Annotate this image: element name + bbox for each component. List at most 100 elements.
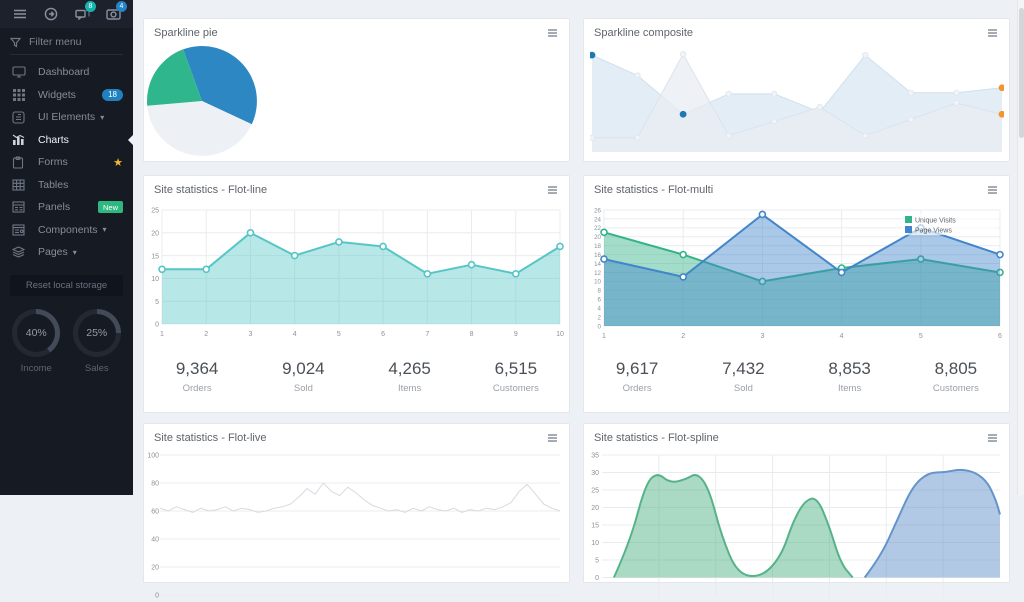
svg-text:Page Views: Page Views — [915, 228, 952, 235]
widgets-count-badge: 18 — [102, 89, 123, 101]
scrollbar-thumb[interactable] — [1019, 8, 1024, 138]
svg-text:100: 100 — [148, 453, 159, 460]
caret-down-icon: ▾ — [73, 248, 77, 257]
svg-text:2: 2 — [681, 333, 685, 340]
panel-menu-icon[interactable] — [986, 432, 999, 444]
panel-menu-icon[interactable] — [986, 27, 999, 39]
svg-text:15: 15 — [591, 523, 599, 530]
arrow-circle-icon[interactable] — [40, 5, 62, 23]
caret-down-icon: ▾ — [103, 225, 107, 234]
svg-text:26: 26 — [594, 207, 601, 214]
panel-flot-live: Site statistics - Flot-live 100806040200 — [143, 423, 570, 583]
panel-menu-icon[interactable] — [546, 27, 559, 39]
active-item-arrow — [128, 135, 133, 145]
svg-text:6: 6 — [998, 333, 1002, 340]
panel-title: Site statistics - Flot-line — [154, 184, 267, 196]
svg-text:5: 5 — [919, 333, 923, 340]
flot-multi-chart: 02468101214161820222426123456Unique Visi… — [588, 204, 1006, 350]
svg-text:14: 14 — [594, 261, 601, 268]
svg-text:Unique Visits: Unique Visits — [915, 218, 956, 225]
svg-text:20: 20 — [151, 230, 159, 237]
svg-text:4: 4 — [840, 333, 844, 340]
sales-gauge: 25% Sales — [69, 309, 125, 374]
tables-icon — [12, 178, 26, 191]
pages-icon — [12, 246, 26, 259]
panel-flot-multi: Site statistics - Flot-multi 02468101214… — [583, 175, 1010, 413]
sidebar-item-ui-elements[interactable]: UI Elements ▾ — [0, 106, 133, 129]
panel-flot-line: Site statistics - Flot-line 051015202512… — [143, 175, 570, 413]
svg-text:8: 8 — [598, 288, 602, 295]
panel-title: Site statistics - Flot-spline — [594, 432, 719, 444]
filter-menu-row — [10, 36, 123, 55]
svg-text:60: 60 — [151, 509, 159, 516]
svg-text:80: 80 — [151, 481, 159, 488]
components-icon — [12, 223, 26, 236]
svg-text:0: 0 — [598, 323, 602, 330]
panel-title: Site statistics - Flot-multi — [594, 184, 713, 196]
camera-icon[interactable]: 4 — [102, 5, 124, 23]
camera-badge: 4 — [116, 1, 127, 12]
filter-menu-input[interactable] — [29, 36, 119, 48]
stat-orders: 9,617Orders — [584, 359, 690, 394]
svg-text:25: 25 — [591, 488, 599, 495]
stat-items: 8,853Items — [797, 359, 903, 394]
star-icon: ★ — [113, 156, 123, 169]
svg-text:10: 10 — [594, 279, 601, 286]
sidebar: 8 4 Dashboard Widgets 18 UI Elements ▾ C… — [0, 0, 133, 495]
sidebar-item-panels[interactable]: Panels New — [0, 196, 133, 219]
stats-row: 9,364Orders 9,024Sold 4,265Items 6,515Cu… — [144, 359, 569, 394]
panel-sparkline-composite: Sparkline composite — [583, 18, 1010, 162]
stat-items: 4,265Items — [357, 359, 463, 394]
svg-text:5: 5 — [337, 331, 341, 338]
dashboard-icon — [12, 66, 26, 79]
hamburger-menu-icon[interactable] — [9, 5, 31, 23]
panel-menu-icon[interactable] — [546, 432, 559, 444]
svg-text:3: 3 — [248, 331, 252, 338]
reset-local-storage-button[interactable]: Reset local storage — [10, 275, 123, 296]
panel-title: Sparkline pie — [154, 27, 218, 39]
sidebar-item-widgets[interactable]: Widgets 18 — [0, 84, 133, 107]
panel-flot-spline: Site statistics - Flot-spline 3530252015… — [583, 423, 1010, 583]
svg-text:1: 1 — [160, 331, 164, 338]
sidebar-item-pages[interactable]: Pages ▾ — [0, 241, 133, 264]
svg-text:4: 4 — [598, 306, 602, 313]
panel-title: Sparkline composite — [594, 27, 693, 39]
sales-gauge-value: 25% — [78, 314, 116, 352]
sidebar-item-dashboard[interactable]: Dashboard — [0, 61, 133, 84]
svg-text:2: 2 — [598, 314, 602, 321]
svg-text:24: 24 — [594, 216, 601, 223]
top-navbar: 8 4 — [0, 0, 133, 28]
svg-text:8: 8 — [470, 331, 474, 338]
svg-text:10: 10 — [556, 331, 564, 338]
panels-icon — [12, 201, 26, 214]
ui-elements-icon — [12, 111, 26, 124]
sparkline-pie-chart — [146, 45, 258, 157]
sidebar-item-components[interactable]: Components ▾ — [0, 219, 133, 242]
sidebar-item-tables[interactable]: Tables — [0, 174, 133, 197]
chat-icon[interactable]: 8 — [71, 5, 93, 23]
panel-menu-icon[interactable] — [546, 184, 559, 196]
stat-customers: 8,805Customers — [903, 359, 1009, 394]
svg-text:10: 10 — [151, 276, 159, 283]
svg-text:20: 20 — [151, 565, 159, 572]
svg-text:18: 18 — [594, 243, 601, 250]
sidebar-item-forms[interactable]: Forms ★ — [0, 151, 133, 174]
sales-gauge-ring: 25% — [73, 309, 121, 357]
svg-text:0: 0 — [155, 322, 159, 329]
income-gauge: 40% Income — [8, 309, 64, 374]
svg-text:25: 25 — [151, 208, 159, 215]
stats-row: 9,617Orders 7,432Sold 8,853Items 8,805Cu… — [584, 359, 1009, 394]
main-content: Sparkline pie Sparkline composite Site s… — [133, 0, 1024, 495]
flot-line-chart: 051015202512345678910 — [148, 204, 566, 350]
svg-text:2: 2 — [204, 331, 208, 338]
panel-menu-icon[interactable] — [986, 184, 999, 196]
stat-sold: 7,432Sold — [690, 359, 796, 394]
panel-title: Site statistics - Flot-live — [154, 432, 266, 444]
filter-icon — [10, 37, 21, 48]
income-gauge-value: 40% — [17, 314, 55, 352]
stat-sold: 9,024Sold — [250, 359, 356, 394]
charts-icon — [12, 133, 26, 146]
flot-live-chart: 100806040200 — [148, 452, 566, 602]
income-gauge-label: Income — [8, 363, 64, 374]
sidebar-item-charts[interactable]: Charts — [0, 129, 133, 152]
